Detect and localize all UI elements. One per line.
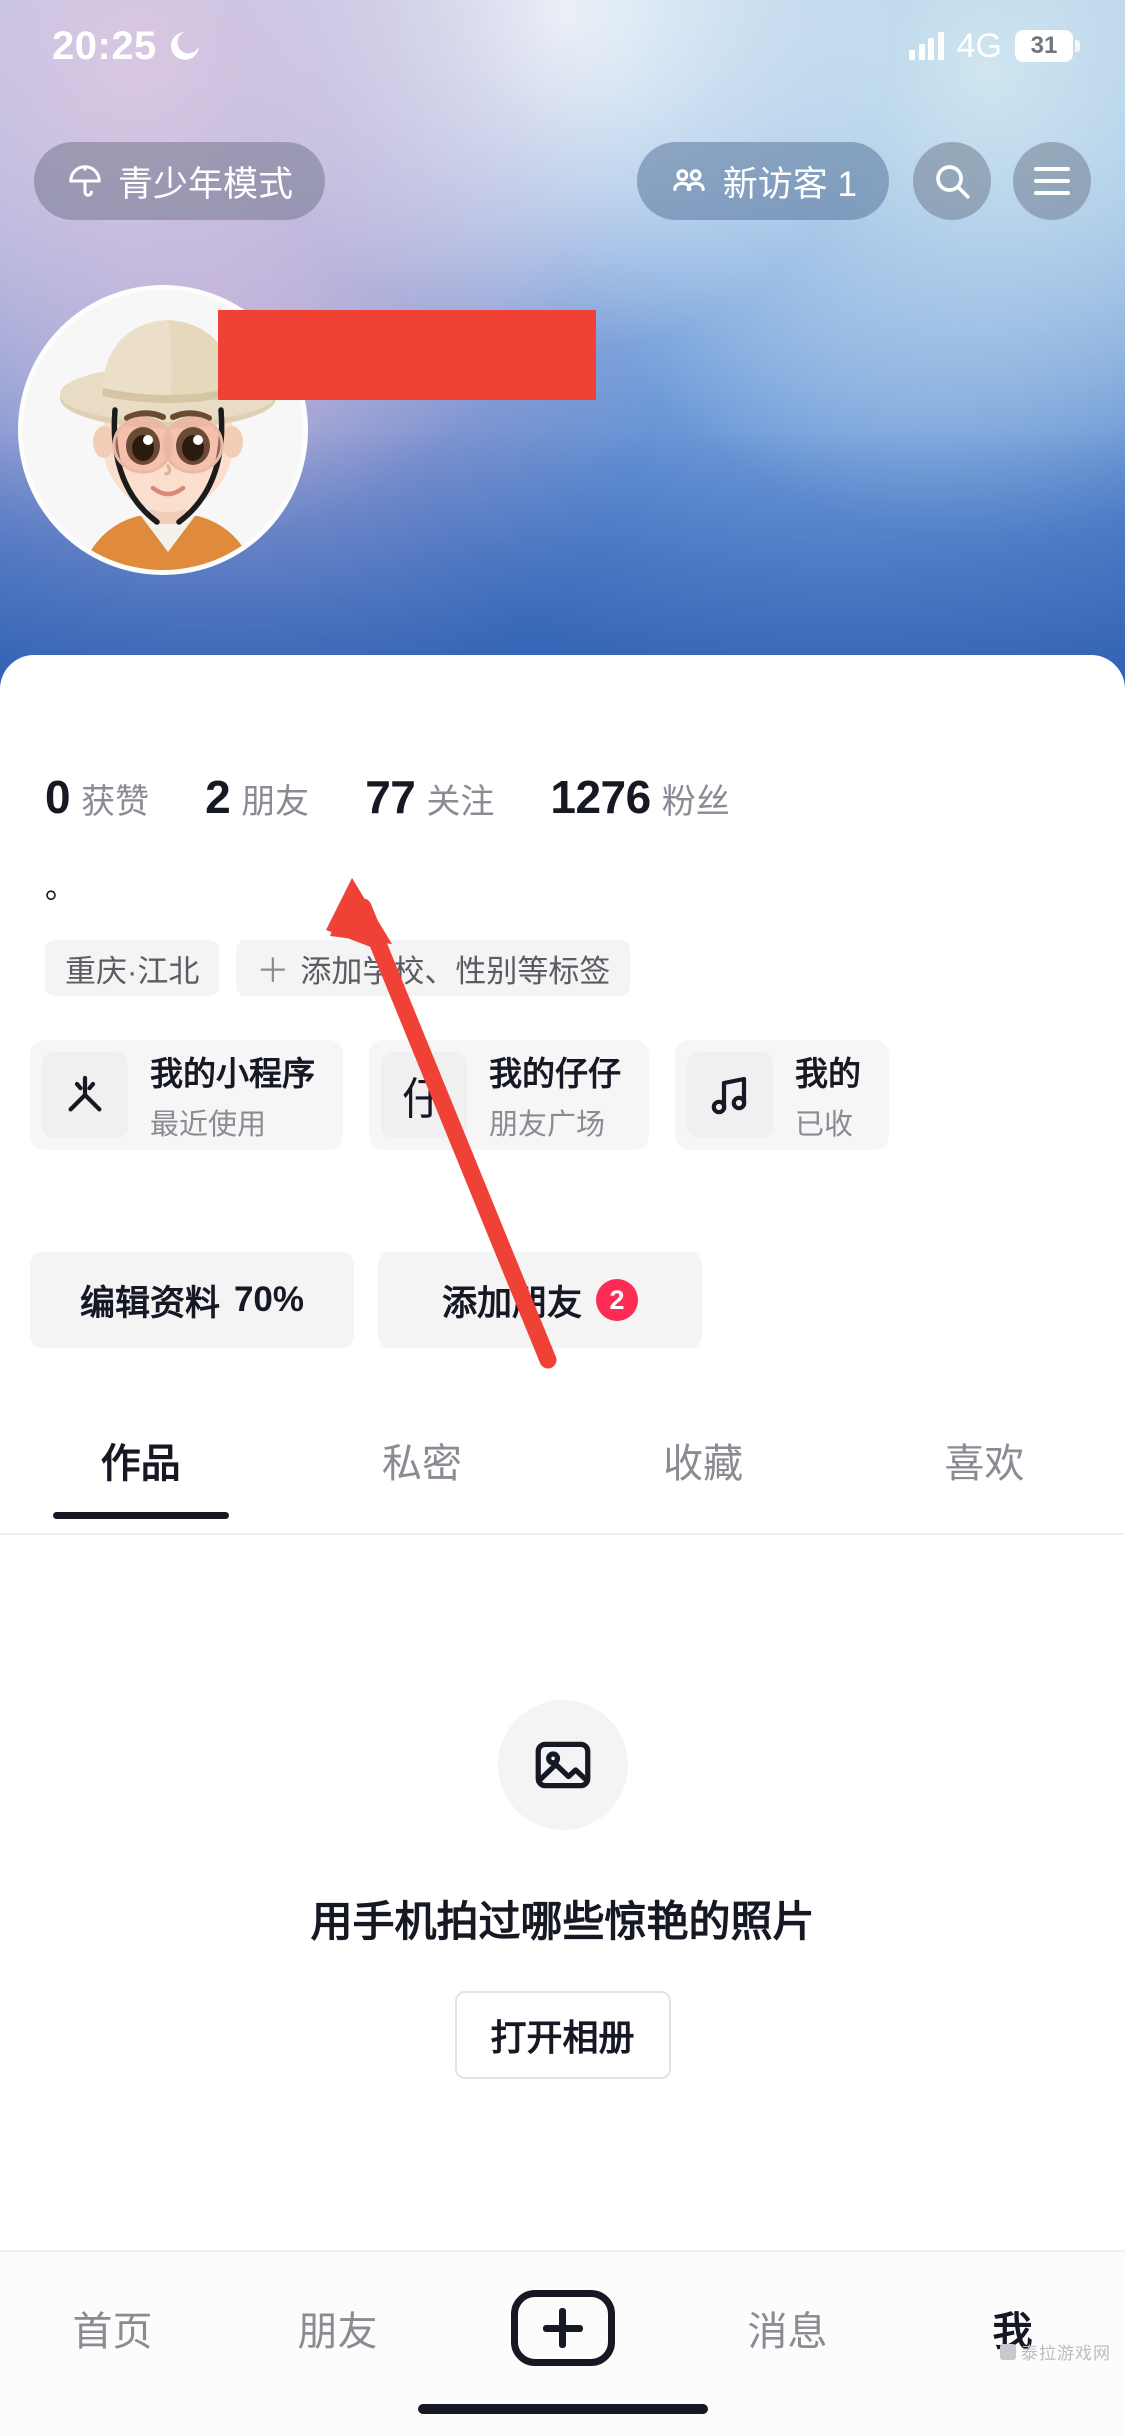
asterisk-star-icon xyxy=(42,1052,128,1138)
photo-image-icon xyxy=(497,1700,628,1830)
phone-screen: 20:25 4G 31 青少年模式 新访客 1 0 获赞 2 朋友 77 关注 … xyxy=(0,0,1125,2436)
empty-state-prompt: 用手机拍过哪些惊艳的照片 xyxy=(310,1898,815,1945)
tab-likes-label: 喜欢 xyxy=(944,1442,1025,1486)
card-mini-programs[interactable]: 我的小程序 最近使用 xyxy=(30,1040,343,1150)
bottom-nav-messages[interactable]: 消息 xyxy=(675,2286,900,2370)
bottom-nav-home[interactable]: 首页 xyxy=(0,2286,225,2370)
bottom-nav-friends-label: 朋友 xyxy=(297,2310,378,2354)
card-mini-programs-subtitle: 最近使用 xyxy=(150,1109,267,1141)
status-bar: 20:25 4G 31 xyxy=(0,0,1125,92)
stat-following-label: 关注 xyxy=(426,783,495,821)
watermark-icon xyxy=(1000,2343,1016,2360)
zaizai-glyph: 仔 xyxy=(402,1075,446,1124)
teen-mode-button[interactable]: 青少年模式 xyxy=(34,142,326,220)
edit-profile-label: 编辑资料 xyxy=(79,1283,220,1323)
hamburger-menu-icon xyxy=(1034,167,1070,195)
content-tabs: 作品 私密 收藏 喜欢 xyxy=(0,1400,1125,1520)
tab-collections-label: 收藏 xyxy=(663,1442,744,1486)
stat-followers[interactable]: 1276 粉丝 xyxy=(550,770,729,824)
bottom-navigation-bar: 首页 朋友 消息 我 xyxy=(0,2250,1125,2436)
add-friend-badge: 2 xyxy=(596,1279,638,1321)
add-friend-label: 添加朋友 xyxy=(441,1283,582,1323)
stat-following[interactable]: 77 关注 xyxy=(365,770,494,824)
bottom-nav-messages-label: 消息 xyxy=(747,2310,828,2354)
umbrella-icon xyxy=(69,165,101,197)
card-music-title: 我的 xyxy=(795,1055,861,1092)
stat-likes-count: 0 xyxy=(45,771,71,823)
new-visitors-button[interactable]: 新访客 1 xyxy=(636,142,889,220)
status-bar-right: 4G 31 xyxy=(909,26,1080,66)
card-mini-programs-title: 我的小程序 xyxy=(150,1055,315,1092)
card-music-subtitle: 已收 xyxy=(795,1109,854,1141)
tab-private-label: 私密 xyxy=(381,1442,462,1486)
signal-bars-icon xyxy=(909,32,944,60)
stat-likes-label: 获赞 xyxy=(81,783,150,821)
bottom-nav-friends[interactable]: 朋友 xyxy=(225,2286,450,2370)
profile-action-buttons: 编辑资料 70% 添加朋友 2 xyxy=(30,1252,702,1348)
top-navigation-bar: 青少年模式 新访客 1 xyxy=(0,140,1125,222)
tab-works[interactable]: 作品 xyxy=(0,1431,281,1489)
crescent-moon-icon xyxy=(171,32,199,60)
profile-tags-row: 重庆·江北 ＋ 添加学校、性别等标签 xyxy=(45,940,631,996)
tag-location[interactable]: 重庆·江北 xyxy=(45,940,220,996)
status-time: 20:25 xyxy=(52,23,157,68)
tag-add-info[interactable]: ＋ 添加学校、性别等标签 xyxy=(236,940,631,996)
stat-followers-label: 粉丝 xyxy=(661,783,730,821)
edit-profile-percent: 70% xyxy=(233,1280,305,1319)
battery-indicator: 31 xyxy=(1015,30,1080,62)
tab-likes[interactable]: 喜欢 xyxy=(844,1431,1125,1489)
home-indicator xyxy=(417,2404,708,2414)
card-music-text: 我的 已收 xyxy=(795,1047,889,1143)
card-music[interactable]: 我的 已收 xyxy=(675,1040,889,1150)
username-redaction-bar xyxy=(218,310,596,400)
card-zaizai[interactable]: 仔 我的仔仔 朋友广场 xyxy=(369,1040,649,1150)
card-zaizai-title: 我的仔仔 xyxy=(489,1055,621,1092)
tabs-divider xyxy=(0,1533,1125,1535)
watermark-text: 泰拉游戏网 xyxy=(1021,2344,1111,2363)
people-icon xyxy=(673,169,705,191)
stat-followers-count: 1276 xyxy=(550,771,651,823)
music-note-icon xyxy=(687,1052,773,1138)
stat-friends-label: 朋友 xyxy=(241,783,310,821)
open-album-button[interactable]: 打开相册 xyxy=(454,1991,671,2079)
tag-location-label: 重庆·江北 xyxy=(65,953,200,989)
watermark: 泰拉游戏网 xyxy=(1000,2339,1111,2364)
plus-icon xyxy=(510,2290,615,2366)
card-zaizai-text: 我的仔仔 朋友广场 xyxy=(489,1047,649,1143)
edit-profile-button[interactable]: 编辑资料 70% xyxy=(30,1252,354,1348)
add-friend-button[interactable]: 添加朋友 2 xyxy=(378,1252,702,1348)
plus-icon: ＋ xyxy=(256,952,290,989)
stat-likes[interactable]: 0 获赞 xyxy=(45,770,149,824)
menu-button[interactable] xyxy=(1013,142,1091,220)
tab-collections[interactable]: 收藏 xyxy=(563,1431,844,1489)
empty-state: 用手机拍过哪些惊艳的照片 打开相册 xyxy=(0,1610,1125,2079)
bottom-nav-home-label: 首页 xyxy=(72,2310,153,2354)
zaizai-character-icon: 仔 xyxy=(381,1052,467,1138)
card-zaizai-subtitle: 朋友广场 xyxy=(489,1109,606,1141)
bottom-nav-create[interactable] xyxy=(450,2286,675,2370)
teen-mode-label: 青少年模式 xyxy=(118,164,294,204)
card-mini-programs-text: 我的小程序 最近使用 xyxy=(150,1047,343,1143)
stat-following-count: 77 xyxy=(365,771,416,823)
network-type-label: 4G xyxy=(956,26,1002,65)
profile-content-sheet xyxy=(0,655,1125,2436)
open-album-label: 打开相册 xyxy=(490,2017,635,2058)
profile-bio[interactable]: 。 xyxy=(45,872,76,903)
stat-friends[interactable]: 2 朋友 xyxy=(205,770,309,824)
status-bar-left: 20:25 xyxy=(52,24,199,69)
search-icon xyxy=(936,165,970,199)
search-button[interactable] xyxy=(913,142,991,220)
stat-friends-count: 2 xyxy=(205,771,231,823)
tab-works-label: 作品 xyxy=(100,1442,181,1486)
tab-private[interactable]: 私密 xyxy=(281,1431,562,1489)
mini-app-cards-row: 我的小程序 最近使用 仔 我的仔仔 朋友广场 我的 已收 xyxy=(30,1040,1125,1150)
profile-stats-row: 0 获赞 2 朋友 77 关注 1276 粉丝 xyxy=(0,770,1125,824)
tag-add-info-label: 添加学校、性别等标签 xyxy=(300,953,611,989)
new-visitors-label: 新访客 1 xyxy=(722,164,857,204)
